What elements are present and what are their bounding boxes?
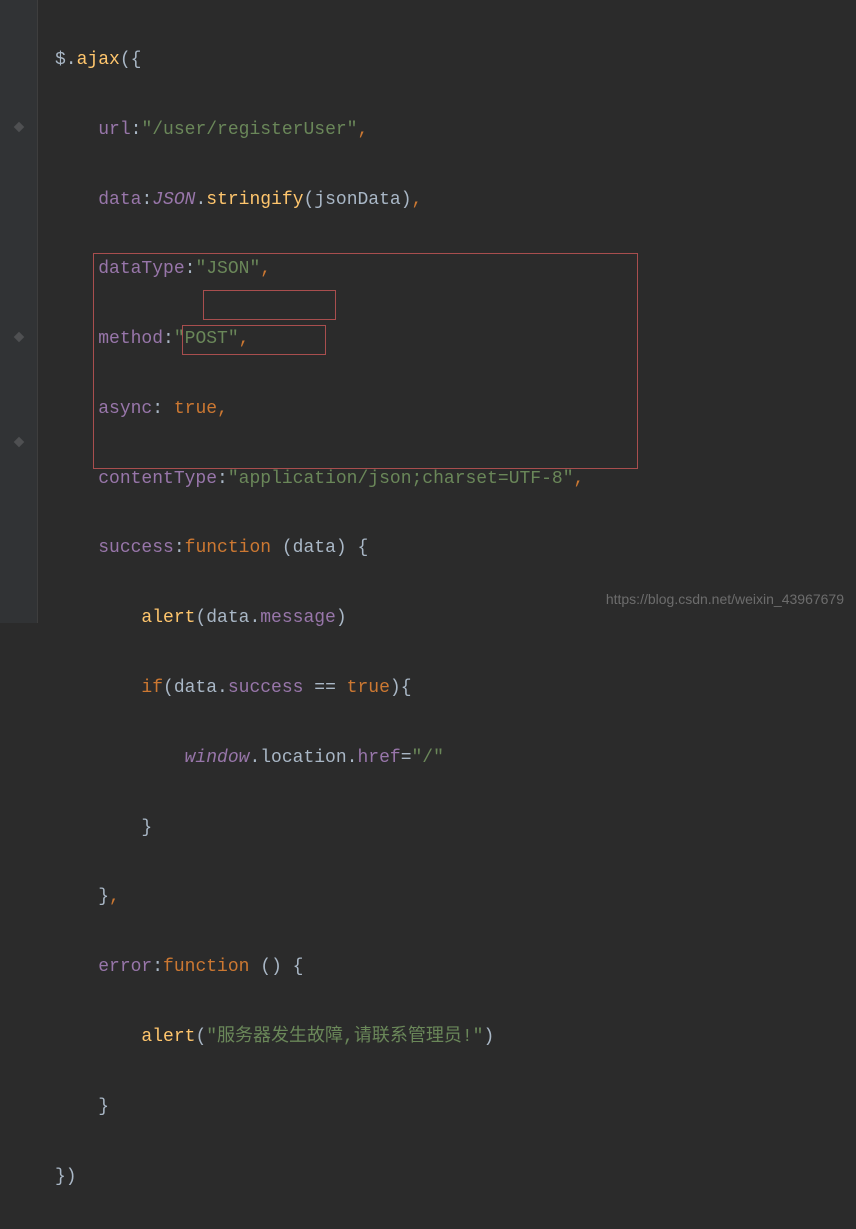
editor-gutter bbox=[0, 0, 38, 623]
code-line[interactable]: alert("服务器发生故障,请联系管理员!") bbox=[55, 1020, 584, 1055]
code-line[interactable]: $.ajax({ bbox=[55, 43, 584, 78]
code-line[interactable]: } bbox=[55, 1090, 584, 1125]
code-line[interactable]: alert(data.message) bbox=[55, 601, 584, 636]
gutter-mark-icon bbox=[12, 330, 26, 344]
code-line[interactable]: dataType:"JSON", bbox=[55, 252, 584, 287]
code-line[interactable]: url:"/user/registerUser", bbox=[55, 113, 584, 148]
code-line[interactable]: error:function () { bbox=[55, 950, 584, 985]
code-line[interactable]: data:JSON.stringify(jsonData), bbox=[55, 183, 584, 218]
code-line[interactable]: window.location.href="/" bbox=[55, 741, 584, 776]
gutter-mark-icon bbox=[12, 435, 26, 449]
code-line[interactable]: }) bbox=[55, 1160, 584, 1195]
code-line[interactable]: async: true, bbox=[55, 392, 584, 427]
watermark-text: https://blog.csdn.net/weixin_43967679 bbox=[606, 586, 844, 613]
code-line[interactable]: success:function (data) { bbox=[55, 531, 584, 566]
code-editor-content[interactable]: $.ajax({ url:"/user/registerUser", data:… bbox=[55, 8, 584, 1229]
code-line[interactable]: if(data.success == true){ bbox=[55, 671, 584, 706]
code-line[interactable]: }, bbox=[55, 880, 584, 915]
code-line[interactable]: contentType:"application/json;charset=UT… bbox=[55, 462, 584, 497]
code-line[interactable]: } bbox=[55, 811, 584, 846]
code-line[interactable]: method:"POST", bbox=[55, 322, 584, 357]
gutter-mark-icon bbox=[12, 120, 26, 134]
